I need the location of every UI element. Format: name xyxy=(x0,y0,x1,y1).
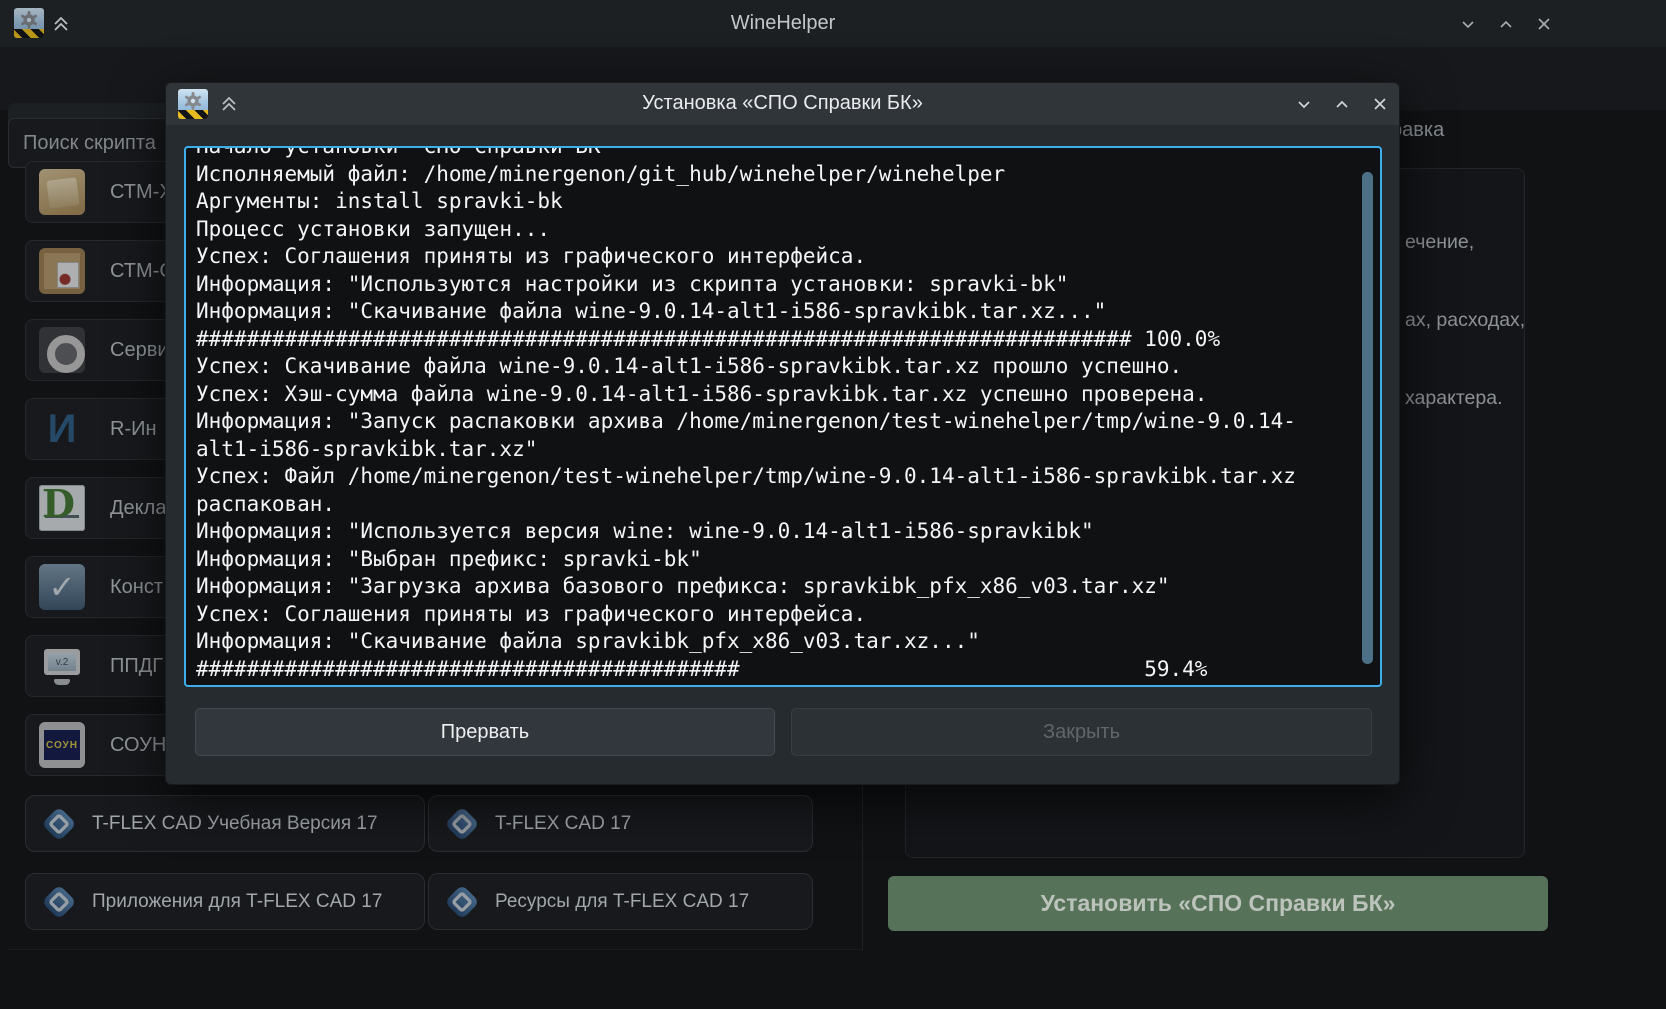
log-line: Информация: "Запуск распаковки архива /h… xyxy=(196,408,1370,436)
log-line: Успех: Соглашения приняты из графическог… xyxy=(196,243,1370,271)
soun-badge-text: СОУН xyxy=(44,730,80,760)
install-spravki-bk-button[interactable]: Установить «СПО Справки БК» xyxy=(888,876,1548,931)
log-line: Аргументы: install spravki-bk xyxy=(196,188,1370,216)
log-line: Начало установки "СПО Справки БК" xyxy=(196,146,1370,161)
log-progress-line: ########################################… xyxy=(196,326,1370,354)
script-item-label: СТМ-Х xyxy=(110,162,173,222)
description-text-fragment: ечение, ах, расходах, характера. xyxy=(1405,177,1525,463)
chevron-down-icon xyxy=(1294,94,1314,114)
script-button-tflex-apps[interactable]: Приложения для T-FLEX CAD 17 xyxy=(25,873,425,930)
monitor-stand xyxy=(54,679,70,685)
log-progress-line: ########################################… xyxy=(196,656,1370,684)
chevron-up-icon xyxy=(1332,94,1352,114)
log-line: Успех: Соглашения приняты из графическог… xyxy=(196,601,1370,629)
tflex-diamond-icon xyxy=(38,881,80,923)
script-button-label: Ресурсы для T-FLEX CAD 17 xyxy=(495,874,749,929)
crt-monitor-icon: v.2 xyxy=(39,643,85,689)
maximize-button[interactable] xyxy=(1493,11,1519,37)
script-item-label: Серви xyxy=(110,320,169,380)
chevron-down-icon xyxy=(1458,14,1478,34)
script-item-label: Конст xyxy=(110,557,163,617)
log-line: распакован. xyxy=(196,491,1370,519)
tflex-diamond-icon xyxy=(441,803,483,845)
log-line: Информация: "Скачивание файла spravkibk_… xyxy=(196,628,1370,656)
declaration-doc-icon: D xyxy=(39,485,85,531)
log-line: Информация: "Загрузка архива базового пр… xyxy=(196,573,1370,601)
script-button-label: T-FLEX CAD Учебная Версия 17 xyxy=(92,796,378,851)
script-button-label: T-FLEX CAD 17 xyxy=(495,796,631,851)
dialog-close-button[interactable] xyxy=(1367,91,1393,117)
minimize-button[interactable] xyxy=(1455,11,1481,37)
log-scrollbar[interactable] xyxy=(1362,172,1373,664)
script-button-tflex-edu[interactable]: T-FLEX CAD Учебная Версия 17 xyxy=(25,795,425,852)
abort-button[interactable]: Прервать xyxy=(195,708,775,756)
close-dialog-button[interactable]: Закрыть xyxy=(791,708,1372,756)
ring-icon xyxy=(39,327,85,373)
dialog-minimize-button[interactable] xyxy=(1291,91,1317,117)
description-line: характера. xyxy=(1405,385,1525,411)
log-line: Исполняемый файл: /home/minergenon/git_h… xyxy=(196,161,1370,189)
window-title: WineHelper xyxy=(0,12,1566,35)
winehelper-screen: WineHelper Автоматическая установка Ручн… xyxy=(0,0,1666,1009)
tflex-diamond-icon xyxy=(38,803,80,845)
close-icon xyxy=(1370,94,1390,114)
script-item-label: СОУН xyxy=(110,715,166,775)
log-line: Успех: Хэш-сумма файла wine-9.0.14-alt1-… xyxy=(196,381,1370,409)
monitor-screen: v.2 xyxy=(48,653,76,671)
stm-frame-icon xyxy=(39,248,85,294)
log-line: Информация: "Используются настройки из с… xyxy=(196,271,1370,299)
script-button-tflex-cad17[interactable]: T-FLEX CAD 17 xyxy=(428,795,813,852)
close-icon xyxy=(1534,14,1554,34)
log-line: Информация: "Скачивание файла wine-9.0.1… xyxy=(196,298,1370,326)
dialog-title: Установка «СПО Справки БК» xyxy=(166,92,1399,115)
install-dialog: Установка «СПО Справки БК» Начало устано… xyxy=(165,82,1400,785)
log-line: Информация: "Используется версия wine: w… xyxy=(196,518,1370,546)
log-line: Успех: Скачивание файла wine-9.0.14-alt1… xyxy=(196,353,1370,381)
tflex-diamond-icon xyxy=(441,881,483,923)
log-line: Процесс установки запущен... xyxy=(196,216,1370,244)
letter-i-icon: И xyxy=(39,406,85,452)
description-line: ах, расходах, xyxy=(1405,307,1525,333)
letter-d-glyph: D xyxy=(42,481,75,526)
log-line: Информация: "Выбран префикс: spravki-bk" xyxy=(196,546,1370,574)
panel-divider-horizontal xyxy=(8,949,863,950)
dialog-titlebar: Установка «СПО Справки БК» xyxy=(166,83,1399,125)
script-item-label: R-Ин xyxy=(110,399,157,459)
description-line: ечение, xyxy=(1405,229,1525,255)
main-titlebar: WineHelper xyxy=(0,0,1666,47)
soun-badge-icon: СОУН xyxy=(39,722,85,768)
monitor-check-icon: ✓ xyxy=(39,564,85,610)
log-line: Успех: Файл /home/minergenon/test-winehe… xyxy=(196,463,1370,491)
chevron-up-icon xyxy=(1496,14,1516,34)
dialog-maximize-button[interactable] xyxy=(1329,91,1355,117)
script-button-label: Приложения для T-FLEX CAD 17 xyxy=(92,874,382,929)
stm-archive-icon xyxy=(39,169,85,215)
script-button-tflex-res[interactable]: Ресурсы для T-FLEX CAD 17 xyxy=(428,873,813,930)
install-log-view[interactable]: Начало установки "СПО Справки БК" Исполн… xyxy=(184,146,1382,687)
script-item-label: Декла xyxy=(110,478,166,538)
close-button[interactable] xyxy=(1531,11,1557,37)
script-item-label: ППДГ xyxy=(110,636,163,696)
log-line: alt1-i586-spravkibk.tar.xz" xyxy=(196,436,1370,464)
